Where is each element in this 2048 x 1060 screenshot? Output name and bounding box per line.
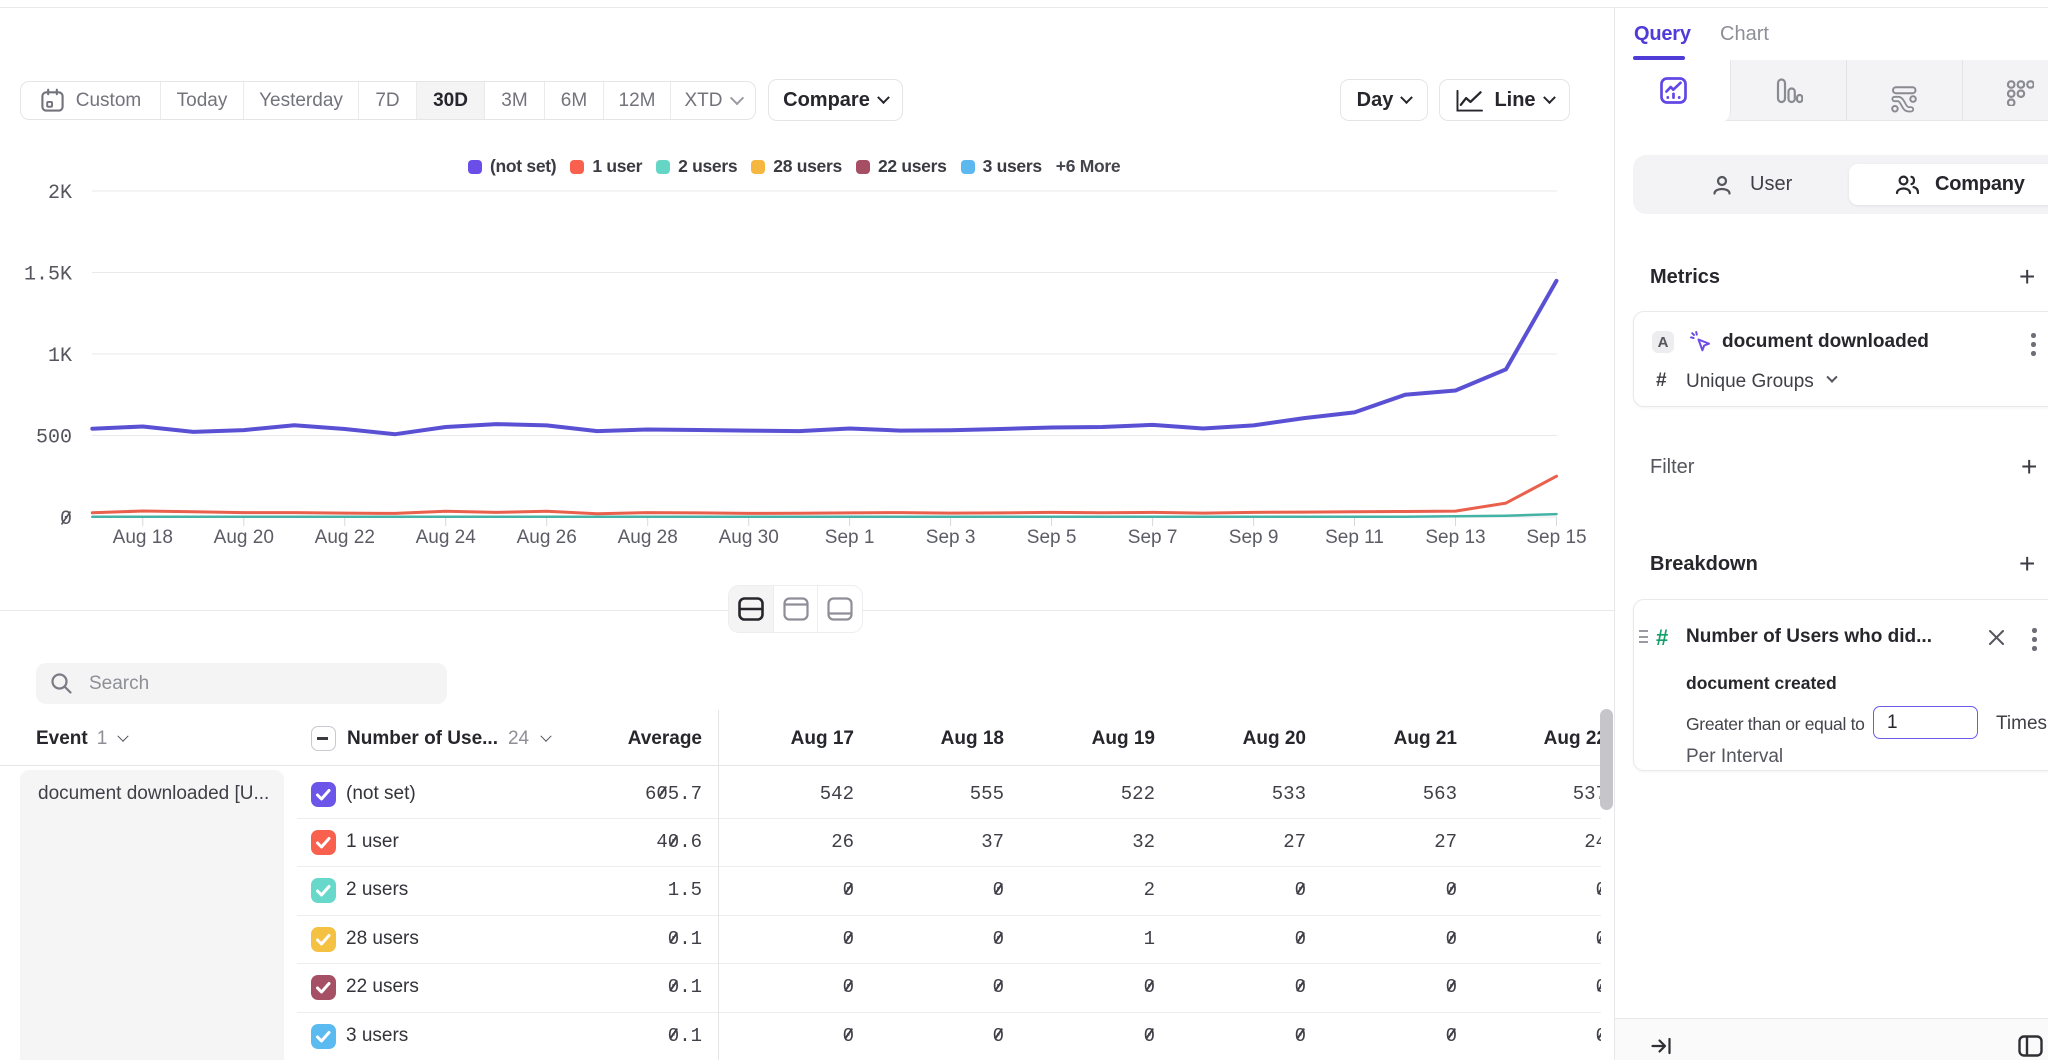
svg-text:500: 500 bbox=[36, 427, 72, 450]
svg-text:Sep 1: Sep 1 bbox=[825, 527, 875, 548]
svg-text:2K: 2K bbox=[48, 182, 72, 205]
svg-text:Aug 24: Aug 24 bbox=[416, 527, 477, 548]
svg-text:1.5K: 1.5K bbox=[24, 264, 72, 287]
svg-text:Aug 20: Aug 20 bbox=[214, 527, 274, 548]
svg-text:Sep 5: Sep 5 bbox=[1027, 527, 1077, 548]
svg-text:Sep 7: Sep 7 bbox=[1128, 527, 1178, 548]
svg-text:Sep 13: Sep 13 bbox=[1425, 527, 1485, 548]
svg-text:Aug 18: Aug 18 bbox=[113, 527, 173, 548]
svg-text:Aug 26: Aug 26 bbox=[517, 527, 577, 548]
svg-text:Sep 15: Sep 15 bbox=[1526, 527, 1586, 548]
svg-text:1K: 1K bbox=[48, 345, 72, 368]
svg-text:Sep 11: Sep 11 bbox=[1325, 527, 1384, 548]
svg-text:Sep 3: Sep 3 bbox=[926, 527, 976, 548]
svg-text:Aug 28: Aug 28 bbox=[618, 527, 678, 548]
svg-text:Aug 30: Aug 30 bbox=[719, 527, 779, 548]
svg-text:Aug 22: Aug 22 bbox=[315, 527, 375, 548]
svg-text:Sep 9: Sep 9 bbox=[1229, 527, 1279, 548]
